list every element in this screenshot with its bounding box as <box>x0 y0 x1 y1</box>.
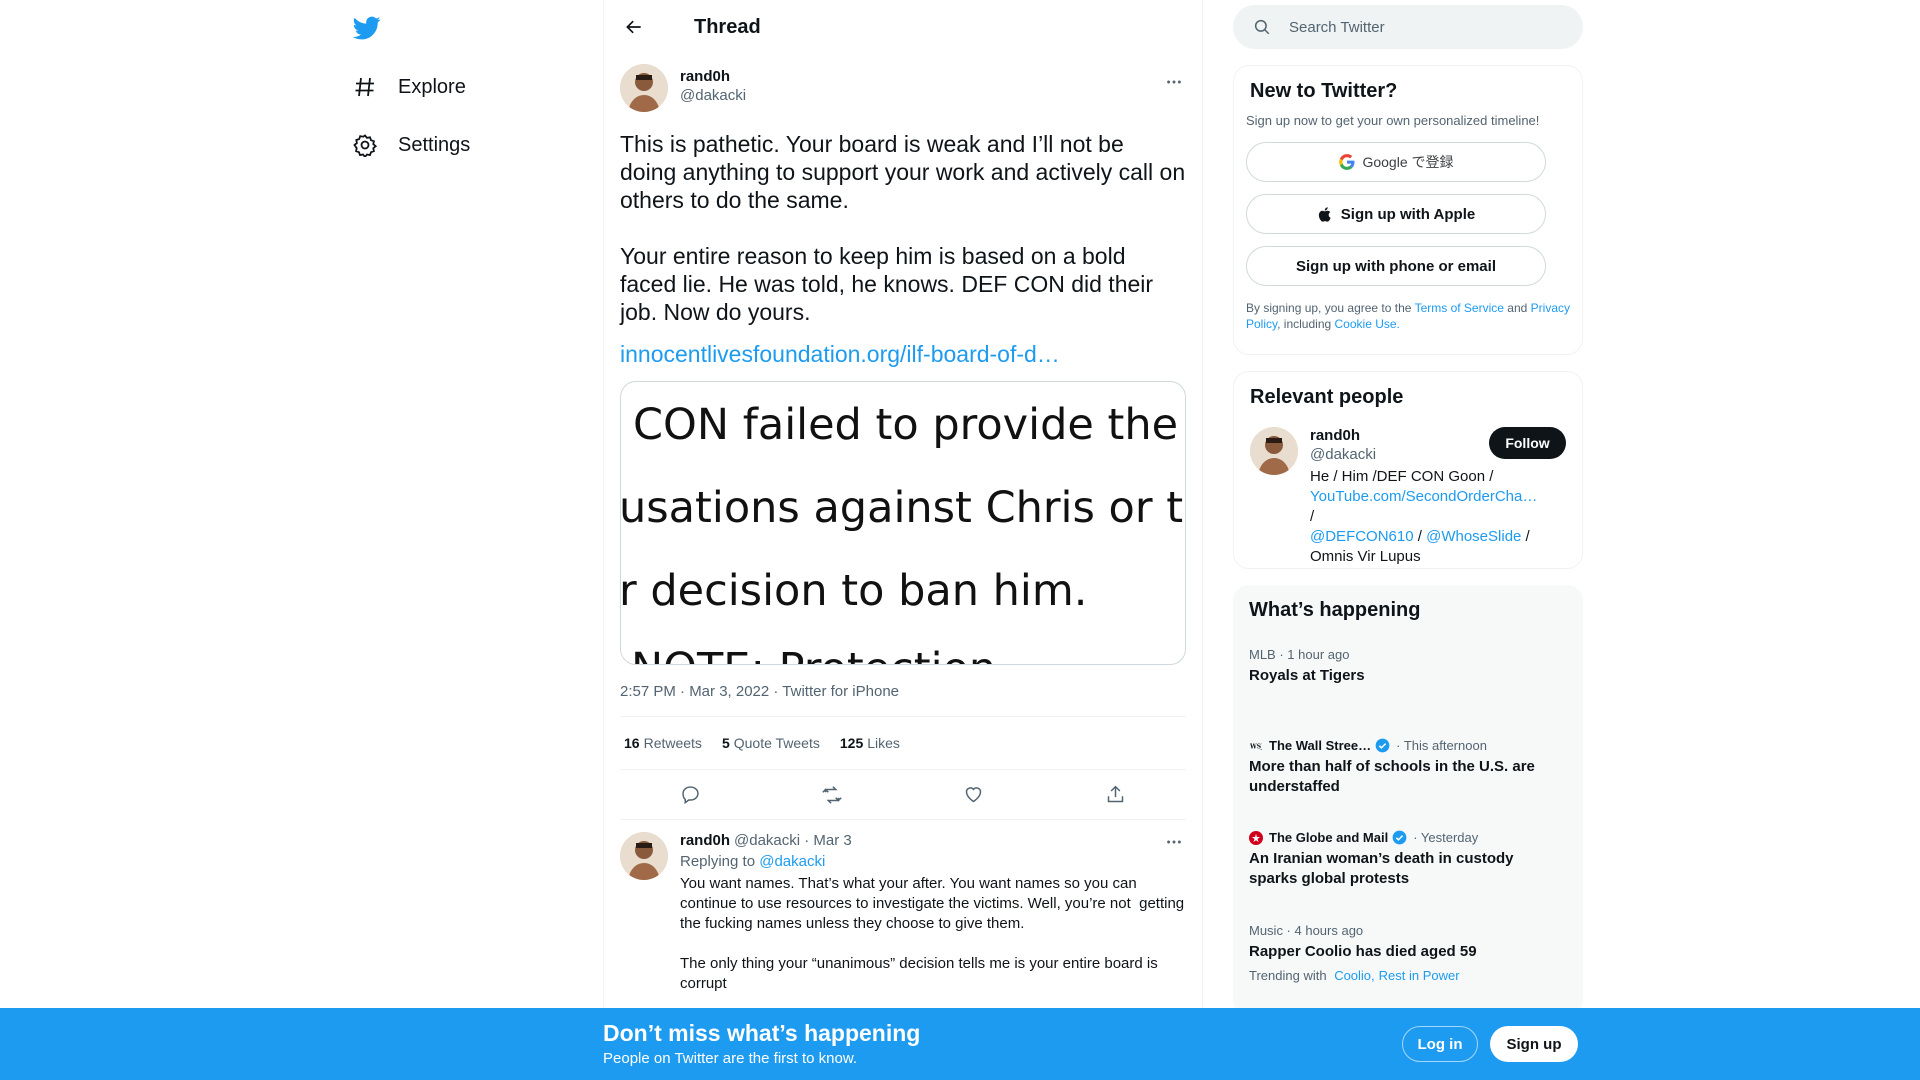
bio-defcon610-link[interactable]: @DEFCON610 <box>1310 528 1414 545</box>
media-text-line: usations against Chris or to e <box>620 483 1185 533</box>
author-handle[interactable]: @dakacki <box>680 87 746 104</box>
media-text-line: r decision to ban him. <box>620 566 1088 616</box>
trend-item[interactable]: MLB · 1 hour ago Royals at Tigers <box>1249 647 1549 686</box>
cookie-use-link[interactable]: Cookie Use. <box>1335 317 1400 331</box>
author-name[interactable]: rand0h <box>680 68 746 85</box>
trend-title: An Iranian woman’s death in custody spar… <box>1249 850 1514 887</box>
trend-title: Royals at Tigers <box>1249 667 1365 684</box>
apple-signup-label: Sign up with Apple <box>1340 205 1476 223</box>
avatar[interactable] <box>1250 427 1298 475</box>
hashtag-icon <box>352 74 378 100</box>
card-title: What’s happening <box>1249 599 1421 621</box>
gear-icon <box>352 132 378 158</box>
apple-icon <box>1317 205 1335 223</box>
tweet-text: This is pathetic. Your board is weak and… <box>620 131 1186 325</box>
main-tweet: rand0h @dakacki This is pathetic. Your b… <box>604 54 1202 820</box>
globe-and-mail-logo-icon <box>1249 830 1263 845</box>
trend-item[interactable]: The Globe and Mail · Yesterday An Irania… <box>1249 830 1549 889</box>
relevant-people-card: Relevant people rand0h @dakacki He / Him… <box>1233 371 1583 569</box>
card-subtitle: Sign up now to get your own personalized… <box>1246 113 1540 128</box>
follow-button[interactable]: Follow <box>1489 427 1566 459</box>
reply-author-name[interactable]: rand0h <box>680 832 730 849</box>
google-signup-label: Google で登録 <box>1362 154 1454 170</box>
trend-with-link[interactable]: Coolio, <box>1334 968 1374 983</box>
reply-meta: @dakacki · Mar 3 <box>734 832 852 849</box>
nav-explore[interactable]: Explore <box>352 67 466 107</box>
reply-text: You want names. That’s what your after. … <box>680 875 1185 992</box>
phone-signup-label: Sign up with phone or email <box>1295 257 1496 275</box>
verified-badge-icon <box>1392 830 1407 845</box>
tweet-link[interactable]: innocentlivesfoundation.org/ilf-board-of… <box>620 340 1186 368</box>
tweet-media-image[interactable]: CON failed to provide the usations again… <box>620 381 1186 665</box>
back-arrow-icon[interactable] <box>620 13 648 41</box>
trend-with-link[interactable]: Rest in Power <box>1379 968 1460 983</box>
twitter-bird-icon[interactable] <box>352 14 382 42</box>
phone-email-signup-button[interactable]: Sign up with phone or email <box>1246 246 1546 286</box>
nav-label: Settings <box>398 133 471 156</box>
media-text-line: NOTE: Protection <box>631 644 996 664</box>
google-signup-button[interactable]: Google で登録 <box>1246 142 1546 182</box>
trend-item[interactable]: WSJ The Wall Stree… · This afternoon Mor… <box>1249 738 1549 797</box>
bio-youtube-link[interactable]: YouTube.com/SecondOrderCha… <box>1310 488 1537 505</box>
trending-with: Trending with Coolio, Rest in Power <box>1249 968 1460 983</box>
trend-title: Rapper Coolio has died aged 59 <box>1249 943 1477 960</box>
signup-prompt-bar: Don’t miss what’s happening People on Tw… <box>0 1008 1920 1080</box>
person-bio: He / Him /DEF CON Goon / YouTube.com/Sec… <box>1310 468 1538 565</box>
card-title: New to Twitter? <box>1250 80 1398 102</box>
tweet-timestamp: 2:57 PM · Mar 3, 2022 · Twitter for iPho… <box>620 683 1186 717</box>
reply-header: rand0h @dakacki · Mar 3 <box>680 832 1186 849</box>
replying-to-link[interactable]: @dakacki <box>759 853 825 870</box>
page-title: Thread <box>694 15 761 38</box>
retweets-count[interactable]: 16 Retweets <box>624 735 702 751</box>
apple-signup-button[interactable]: Sign up with Apple <box>1246 194 1546 234</box>
nav-label: Explore <box>398 75 466 98</box>
trend-meta: MLB · 1 hour ago <box>1249 647 1350 662</box>
search-input[interactable] <box>1289 18 1569 36</box>
terms-text: By signing up, you agree to the Terms of… <box>1246 301 1570 331</box>
bottom-bar-subtitle: People on Twitter are the first to know. <box>603 1050 858 1067</box>
more-options-icon[interactable] <box>1164 72 1184 92</box>
trend-meta: WSJ The Wall Stree… · This afternoon <box>1249 738 1487 753</box>
thread-header: Thread <box>604 0 1202 54</box>
trend-item[interactable]: Music · 4 hours ago Rapper Coolio has di… <box>1249 923 1549 983</box>
retweet-icon[interactable] <box>820 783 844 807</box>
search-icon <box>1253 17 1273 37</box>
media-text-line: CON failed to provide the <box>633 400 1179 450</box>
quote-tweets-count[interactable]: 5 Quote Tweets <box>722 735 820 751</box>
wsj-logo-icon: WSJ <box>1249 739 1263 753</box>
trend-title: More than half of schools in the U.S. ar… <box>1249 758 1535 795</box>
signup-button[interactable]: Sign up <box>1490 1026 1578 1062</box>
main-column: Thread rand0h @dakacki This is pathetic.… <box>603 0 1203 1080</box>
bio-whoseslide-link[interactable]: @WhoseSlide <box>1426 528 1521 545</box>
more-options-icon[interactable] <box>1164 832 1184 852</box>
google-icon <box>1338 153 1356 171</box>
likes-count[interactable]: 125 Likes <box>840 735 900 751</box>
terms-of-service-link[interactable]: Terms of Service <box>1415 301 1504 315</box>
login-button[interactable]: Log in <box>1402 1026 1478 1062</box>
trend-meta: The Globe and Mail · Yesterday <box>1249 830 1549 845</box>
reply-icon[interactable] <box>679 783 703 807</box>
search-box[interactable] <box>1233 5 1583 49</box>
person-item[interactable]: rand0h @dakacki He / Him /DEF CON Goon /… <box>1250 427 1566 567</box>
tweet-author[interactable]: rand0h @dakacki <box>620 64 1186 112</box>
share-icon[interactable] <box>1103 783 1127 807</box>
new-to-twitter-card: New to Twitter? Sign up now to get your … <box>1233 65 1583 355</box>
replying-to: Replying to @dakacki <box>680 853 826 870</box>
heart-icon[interactable] <box>962 783 986 807</box>
avatar[interactable] <box>620 832 668 880</box>
svg-text:WSJ: WSJ <box>1250 743 1262 750</box>
card-title: Relevant people <box>1250 386 1404 408</box>
whats-happening-card: What’s happening MLB · 1 hour ago Royals… <box>1233 585 1583 1015</box>
tweet-stats: 16 Retweets 5 Quote Tweets 125 Likes <box>620 717 1186 770</box>
reply-tweet[interactable]: rand0h @dakacki · Mar 3 Replying to @daka… <box>604 820 1202 994</box>
nav-settings[interactable]: Settings <box>352 125 470 165</box>
tweet-actions <box>620 770 1186 820</box>
avatar[interactable] <box>620 64 668 112</box>
bottom-bar-title: Don’t miss what’s happening <box>603 1020 921 1046</box>
verified-badge-icon <box>1375 738 1390 753</box>
trend-meta: Music · 4 hours ago <box>1249 923 1364 938</box>
